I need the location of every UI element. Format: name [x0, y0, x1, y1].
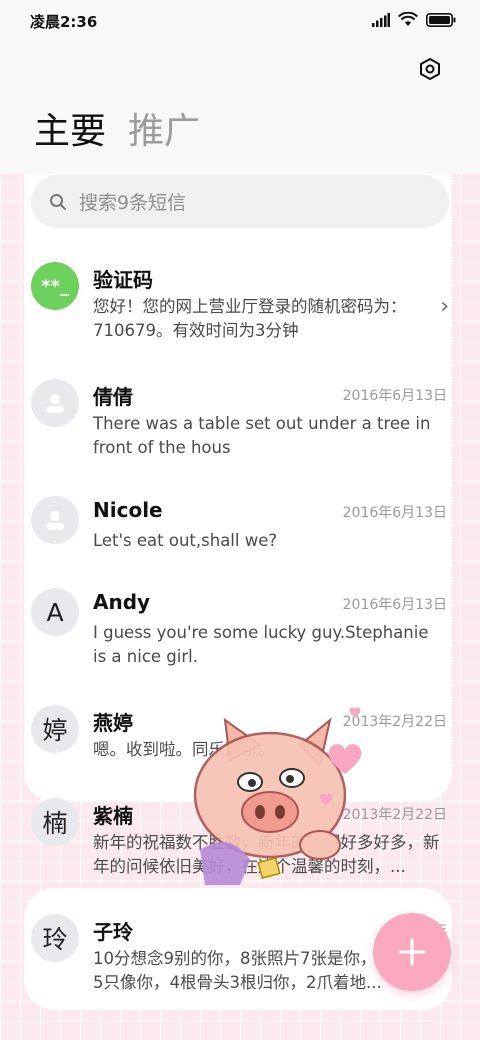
message-date: 2016年6月13日	[342, 388, 447, 404]
settings-button[interactable]	[416, 55, 444, 83]
heart-sticker-tiny	[349, 707, 361, 718]
plus-icon	[398, 938, 426, 966]
status-icons	[372, 12, 456, 27]
contact-name: Andy	[93, 590, 151, 614]
message-preview: I guess you're some lucky guy.Stephanie …	[93, 623, 429, 666]
battery-icon	[426, 12, 456, 27]
heart-sticker-small	[319, 793, 333, 806]
contact-name: 倩倩	[93, 385, 133, 409]
message-preview: Let's eat out,shall we?	[93, 531, 278, 550]
search-bar[interactable]: 搜索9条短信	[31, 175, 449, 228]
message-date: 2016年6月13日	[342, 597, 447, 613]
tab-promo[interactable]: 推广	[128, 108, 200, 156]
conversation-item[interactable]: **_ 验证码 您好！您的网上营业厅登录的随机密码为：710679。有效时间为3…	[31, 262, 451, 362]
person-icon	[46, 511, 64, 530]
contact-name: 燕婷	[93, 711, 133, 735]
message-preview: 您好！您的网上营业厅登录的随机密码为：710679。有效时间为3分钟	[93, 297, 407, 340]
contact-name: 验证码	[93, 268, 153, 292]
avatar: **_	[31, 262, 79, 310]
message-preview: There was a table set out under a tree i…	[93, 414, 431, 457]
settings-hexagon-icon	[420, 58, 440, 80]
heart-sticker	[328, 744, 362, 774]
contact-name: 子玲	[93, 920, 133, 944]
avatar: 楠	[31, 798, 79, 846]
person-icon	[46, 394, 64, 413]
avatar: 婷	[31, 705, 79, 753]
wifi-icon	[398, 12, 418, 26]
status-bar: 凌晨2:36	[0, 0, 480, 40]
new-message-button[interactable]	[373, 913, 451, 991]
avatar: 玲	[31, 914, 79, 962]
message-date: 2016年6月13日	[342, 505, 447, 521]
signal-icon	[372, 12, 390, 27]
avatar	[31, 496, 79, 544]
chevron-right-icon: ›	[440, 294, 449, 319]
conversation-item[interactable]: 倩倩 2016年6月13日 There was a table set out …	[31, 379, 451, 479]
conversation-item[interactable]: A Andy 2016年6月13日 I guess you're some lu…	[31, 588, 451, 688]
search-icon	[50, 193, 66, 210]
status-time: 凌晨2:36	[30, 13, 98, 31]
tab-bar: 主要 推广	[34, 108, 200, 156]
search-placeholder: 搜索9条短信	[79, 192, 187, 214]
avatar	[31, 379, 79, 427]
tab-main[interactable]: 主要	[34, 108, 106, 156]
contact-name: Nicole	[93, 498, 163, 522]
cartoon-pig-sticker	[193, 717, 347, 885]
conversation-item[interactable]: Nicole 2016年6月13日 Let's eat out,shall we…	[31, 496, 451, 596]
contact-name: 紫楠	[93, 804, 133, 828]
avatar: A	[31, 588, 79, 636]
